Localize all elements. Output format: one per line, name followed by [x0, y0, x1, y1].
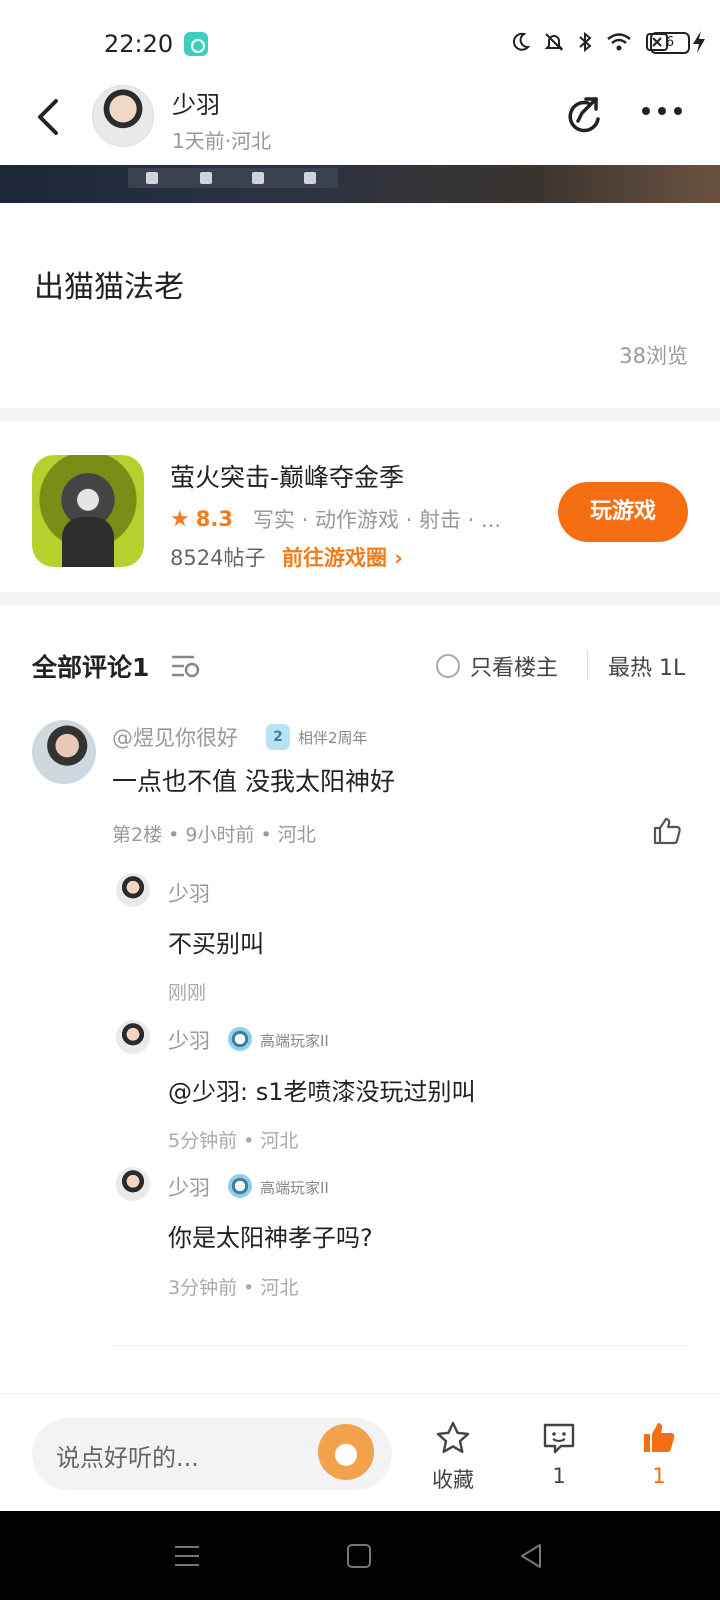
reply-avatar[interactable] — [116, 873, 150, 907]
wifi-icon — [607, 33, 631, 51]
comment-input-placeholder[interactable]: 说点好听的... — [56, 1438, 199, 1473]
bell-off-icon — [544, 33, 564, 51]
radio-icon[interactable] — [436, 654, 460, 678]
reply-name[interactable]: 少羽 — [168, 878, 210, 908]
collect-label: 收藏 — [432, 1468, 474, 1492]
collect-button[interactable]: 收藏 — [418, 1420, 488, 1494]
post-image[interactable] — [0, 165, 720, 203]
reply-meta: 刚刚 — [168, 982, 207, 1004]
home-icon[interactable] — [346, 1543, 372, 1569]
sort-selector[interactable]: 最热 1L — [608, 650, 688, 682]
author-avatar[interactable] — [92, 85, 154, 147]
menu-icon[interactable] — [174, 1543, 200, 1569]
more-icon[interactable] — [642, 107, 682, 115]
share-icon[interactable] — [562, 95, 606, 139]
player-badge-icon — [228, 1174, 252, 1198]
filter-icon[interactable] — [170, 652, 202, 680]
reply-text[interactable]: 你是太阳神孝子吗? — [168, 1218, 373, 1253]
only-host-label: 只看楼主 — [470, 656, 559, 681]
comment-button[interactable]: 1 — [524, 1420, 594, 1488]
commenter-name[interactable]: @煜见你很好 — [112, 722, 238, 752]
charging-icon — [693, 31, 705, 53]
view-count: 38浏览 — [619, 344, 688, 368]
battery-icon: 6 — [650, 32, 690, 54]
player-badge-icon — [228, 1027, 252, 1051]
comment-text[interactable]: 一点也不值 没我太阳神好 — [112, 762, 395, 798]
star-icon: ★ — [170, 506, 190, 532]
game-score: 8.3 — [195, 507, 233, 531]
section-divider — [0, 408, 720, 422]
player-badge-label: 高端玩家II — [260, 1179, 329, 1197]
game-circle-link[interactable]: 前往游戏圈 › — [282, 542, 403, 572]
reply-text[interactable]: @少羽: s1老喷漆没玩过别叫 — [168, 1072, 476, 1107]
game-name[interactable]: 萤火突击-巅峰夺金季 — [170, 458, 404, 494]
status-icons — [512, 32, 668, 52]
player-badge-label: 高端玩家II — [260, 1032, 329, 1050]
comments-title: 全部评论1 — [32, 653, 150, 682]
like-button[interactable]: 1 — [624, 1420, 694, 1488]
reply-text[interactable]: 不买别叫 — [168, 924, 264, 959]
app-notification-icon — [184, 32, 208, 56]
level-badge-icon: 2 — [266, 724, 290, 750]
back-nav-icon[interactable] — [518, 1543, 544, 1569]
reply-meta: 5分钟前 • 河北 — [168, 1130, 299, 1152]
thumbs-up-filled-icon — [644, 1423, 675, 1452]
divider — [587, 650, 588, 680]
game-icon[interactable] — [32, 455, 144, 567]
star-outline-icon — [436, 1421, 470, 1453]
like-count: 1 — [652, 1464, 666, 1488]
reply-name[interactable]: 少羽 — [168, 1025, 210, 1055]
author-meta: 1天前·河北 — [172, 129, 272, 153]
comment-meta: 第2楼 • 9小时前 • 河北 — [112, 824, 316, 846]
mascot-icon[interactable] — [318, 1424, 374, 1480]
reply-meta: 3分钟前 • 河北 — [168, 1277, 299, 1299]
divider — [112, 1345, 688, 1346]
reply-avatar[interactable] — [116, 1167, 150, 1201]
post-title: 出猫猫法老 — [34, 270, 184, 305]
bluetooth-icon — [579, 32, 592, 52]
system-nav-bar — [0, 1511, 720, 1600]
only-host-toggle[interactable]: 只看楼主 — [436, 650, 558, 682]
comment-count: 1 — [552, 1464, 566, 1488]
game-tags: 写实 · 动作游戏 · 射击 · ... — [252, 508, 502, 532]
commenter-avatar[interactable] — [32, 720, 96, 784]
game-post-count: 8524帖子 — [170, 546, 266, 570]
status-bar: 22:20 6 — [0, 0, 720, 70]
status-time: 22:20 — [104, 30, 174, 58]
reply-avatar[interactable] — [116, 1020, 150, 1054]
game-rating: ★ 8.3 写实 · 动作游戏 · 射击 · ... — [170, 504, 501, 534]
reply-name[interactable]: 少羽 — [168, 1172, 210, 1202]
back-icon[interactable] — [34, 97, 64, 137]
section-divider — [0, 592, 720, 606]
post-header: 少羽 1天前·河北 — [0, 75, 720, 165]
comment-icon — [543, 1423, 575, 1454]
moon-icon — [513, 32, 530, 51]
like-icon[interactable] — [652, 816, 682, 846]
play-game-button[interactable]: 玩游戏 — [558, 482, 688, 542]
author-name[interactable]: 少羽 — [172, 85, 220, 120]
badge-label: 相伴2周年 — [298, 729, 368, 747]
